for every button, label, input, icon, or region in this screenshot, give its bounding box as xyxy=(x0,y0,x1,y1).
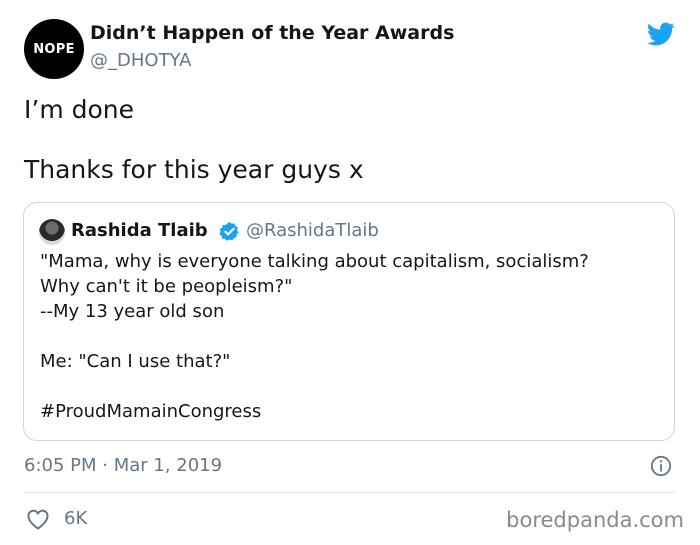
quoted-text-line: --My 13 year old son xyxy=(40,301,225,322)
heart-icon[interactable] xyxy=(26,508,50,530)
tweet-text: I’m done Thanks for this year guys x xyxy=(24,94,664,185)
author-handle[interactable]: @_DHOTYA xyxy=(90,50,191,71)
quoted-author-avatar xyxy=(39,219,65,245)
avatar-text: NOPE xyxy=(33,41,75,57)
verified-badge-icon xyxy=(219,221,239,241)
author-display-name[interactable]: Didn’t Happen of the Year Awards xyxy=(90,22,454,44)
info-icon[interactable] xyxy=(650,455,672,477)
quoted-author-handle: @RashidaTlaib xyxy=(246,220,379,241)
divider xyxy=(24,492,676,493)
like-count[interactable]: 6K xyxy=(64,508,87,529)
quoted-tweet-card[interactable]: Rashida Tlaib @RashidaTlaib "Mama, why i… xyxy=(23,202,675,441)
quoted-text-line: Why can't it be peopleism?" xyxy=(40,276,293,297)
quoted-tweet-text: "Mama, why is everyone talking about cap… xyxy=(40,249,660,424)
tweet-text-line: I’m done xyxy=(24,95,135,124)
quoted-text-line: "Mama, why is everyone talking about cap… xyxy=(40,251,589,272)
tweet-text-line: Thanks for this year guys x xyxy=(24,155,364,184)
author-avatar[interactable]: NOPE xyxy=(24,19,84,79)
quoted-author-name: Rashida Tlaib xyxy=(71,220,208,241)
source-watermark: boredpanda.com xyxy=(506,508,684,532)
tweet-timestamp[interactable]: 6:05 PM · Mar 1, 2019 xyxy=(24,455,222,476)
twitter-bird-icon[interactable] xyxy=(645,20,677,48)
hashtag-link[interactable]: #ProudMamainCongress xyxy=(40,399,660,424)
quoted-text-line: Me: "Can I use that?" xyxy=(40,351,231,372)
